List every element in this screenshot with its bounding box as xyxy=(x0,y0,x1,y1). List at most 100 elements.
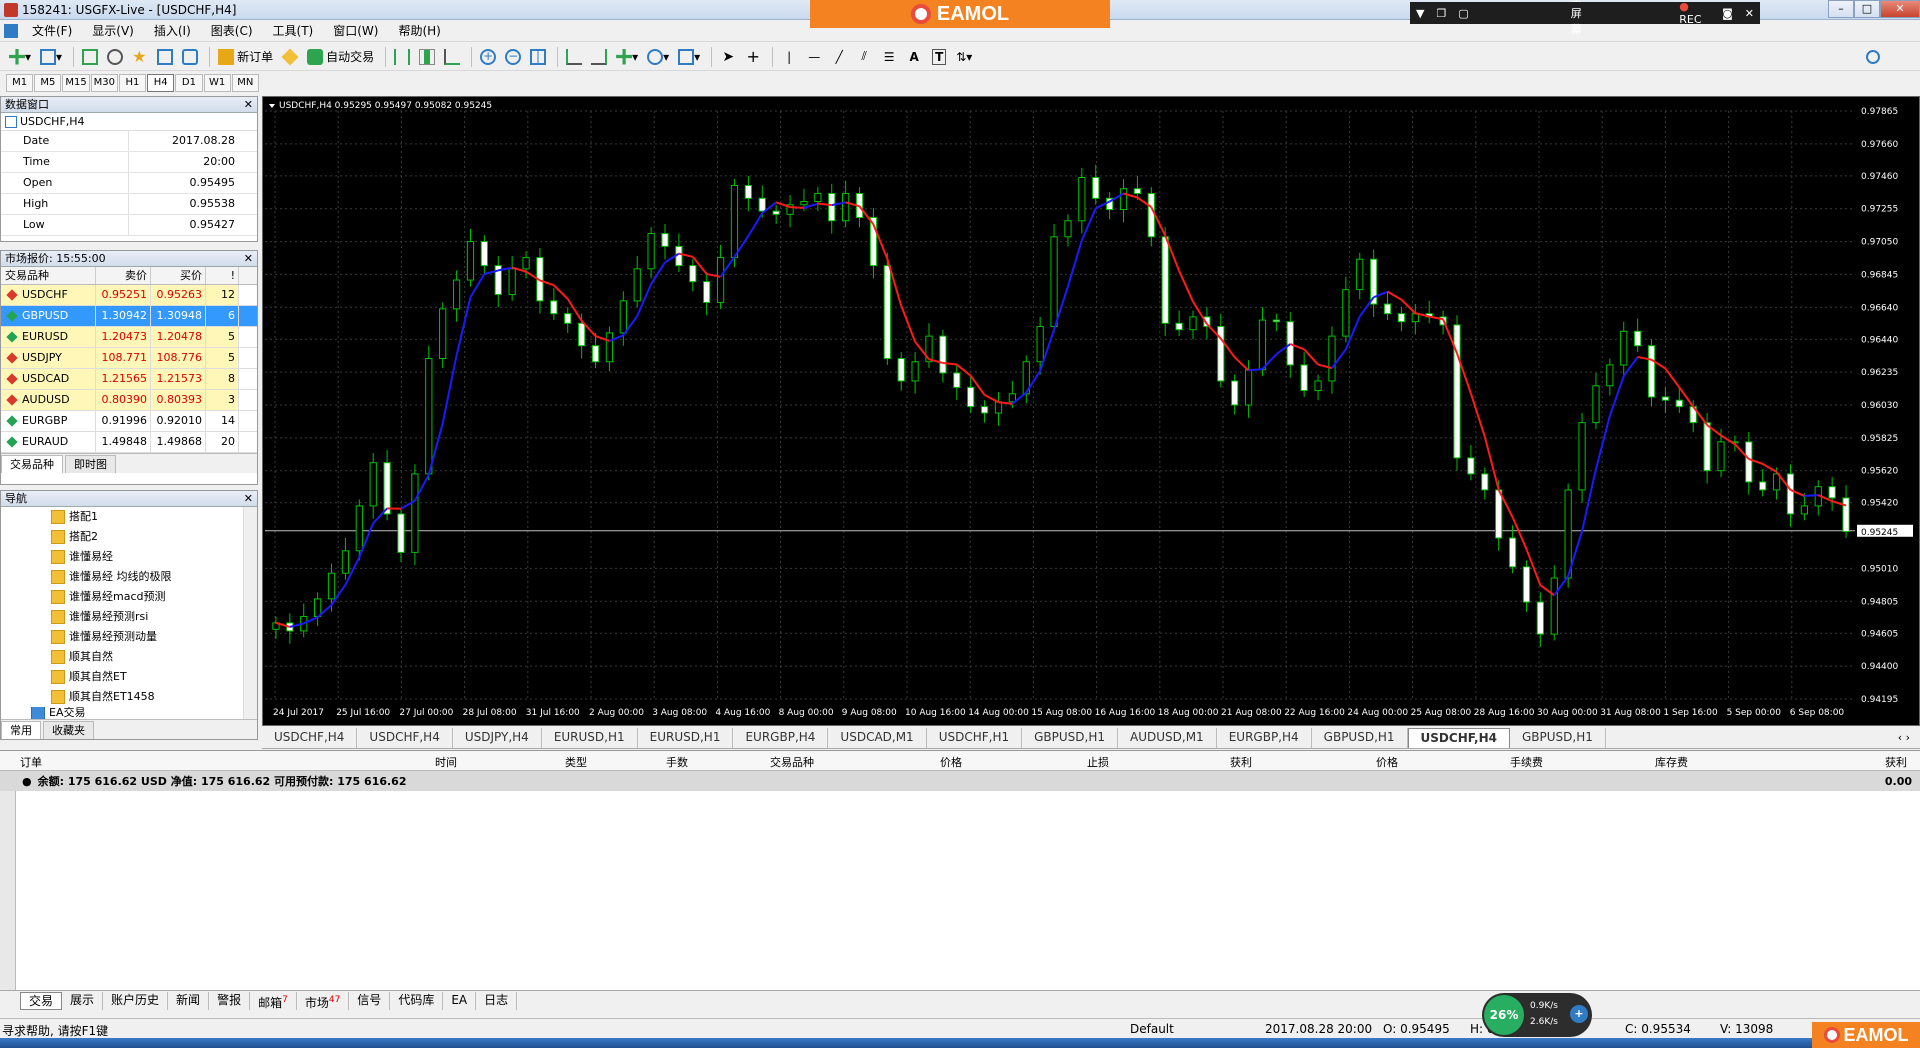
chart-window-icon[interactable] xyxy=(4,23,18,38)
arrows-button[interactable]: ⇅▾ xyxy=(953,46,975,68)
chart-tab[interactable]: EURUSD,H1 xyxy=(542,727,638,748)
col-commission[interactable]: 手续费 xyxy=(1510,754,1543,770)
market-row-eurusd[interactable]: EURUSD 1.20473 1.20478 5 xyxy=(1,327,257,348)
chart-tab-active[interactable]: USDCHF,H4 xyxy=(1407,727,1510,748)
text-button[interactable]: A xyxy=(903,46,925,68)
data-window-close-icon[interactable]: ✕ xyxy=(244,97,253,112)
navigator-scrollbar[interactable] xyxy=(243,507,257,719)
menu-view[interactable]: 显示(V) xyxy=(82,22,144,39)
timeframe-m30[interactable]: M30 xyxy=(90,74,118,92)
col-spread[interactable]: ! xyxy=(206,267,239,284)
tab-experts[interactable]: EA xyxy=(443,991,477,1010)
auto-trade-button[interactable]: 自动交易 xyxy=(304,46,377,68)
tab-mailbox[interactable]: 邮箱7 xyxy=(250,991,297,1010)
search-icon[interactable] xyxy=(1866,50,1880,64)
nav-item[interactable]: 谁懂易经macd预测 xyxy=(1,587,257,607)
tab-trade[interactable]: 交易 xyxy=(20,991,63,1010)
chart-tab[interactable]: GBPUSD,H1 xyxy=(1510,727,1606,748)
chart-tab[interactable]: USDCHF,H4 xyxy=(262,727,358,748)
timeframe-m15[interactable]: M15 xyxy=(62,74,90,92)
chart-window[interactable]: 24 Jul 2017 25 Jul 16:00 27 Jul 00:00 28 Ju… xyxy=(262,96,1920,726)
tab-common[interactable]: 常用 xyxy=(1,721,41,739)
tab-tick-chart[interactable]: 即时图 xyxy=(65,455,116,473)
tab-market[interactable]: 市场47 xyxy=(297,991,350,1010)
tab-signals[interactable]: 信号 xyxy=(349,991,391,1010)
menu-window[interactable]: 窗口(W) xyxy=(323,22,388,39)
auto-scroll-button[interactable] xyxy=(588,46,610,68)
tab-exposure[interactable]: 展示 xyxy=(62,991,104,1010)
rec-button[interactable]: ● REC xyxy=(1667,0,1716,26)
bar-chart-button[interactable] xyxy=(391,46,413,68)
crosshair-button[interactable]: + xyxy=(742,46,764,68)
market-row-usdchf[interactable]: USDCHF 0.95251 0.95263 12 xyxy=(1,285,257,306)
timeframe-w1[interactable]: W1 xyxy=(203,74,231,92)
menu-help[interactable]: 帮助(H) xyxy=(388,22,450,39)
timeframe-h4[interactable]: H4 xyxy=(147,74,175,92)
col-takeprofit[interactable]: 获利 xyxy=(1230,754,1252,770)
timeframe-m1[interactable]: M1 xyxy=(6,74,34,92)
chart-tab[interactable]: AUDUSD,M1 xyxy=(1118,727,1217,748)
navigator-close-icon[interactable]: ✕ xyxy=(244,491,253,506)
col-symbol[interactable]: 交易品种 xyxy=(770,754,814,770)
menu-tools[interactable]: 工具(T) xyxy=(263,22,324,39)
tab-code-base[interactable]: 代码库 xyxy=(390,991,444,1010)
maximize-button[interactable]: □ xyxy=(1854,0,1880,18)
nav-item[interactable]: 顺其自然ET xyxy=(1,667,257,687)
window-icon[interactable]: ❐ xyxy=(1430,7,1452,20)
nav-item[interactable]: 顺其自然 xyxy=(1,647,257,667)
status-profile[interactable]: Default xyxy=(1130,1022,1174,1036)
nav-item-ea-folder[interactable]: EA交易 xyxy=(1,707,257,719)
balance-row[interactable]: ● 余额: 175 616.62 USD 净值: 175 616.62 可用预付… xyxy=(0,771,1920,791)
col-price[interactable]: 价格 xyxy=(940,754,962,770)
new-chart-button[interactable]: ▾ xyxy=(6,46,34,68)
cursor-button[interactable]: ➤ xyxy=(717,46,739,68)
chart-tab[interactable]: EURGBP,H4 xyxy=(1217,727,1312,748)
nav-item[interactable]: 顺其自然ET1458 xyxy=(1,687,257,707)
tab-scroll-arrows[interactable]: ‹ › xyxy=(1898,731,1920,744)
col-swap[interactable]: 库存费 xyxy=(1655,754,1688,770)
chart-tab[interactable]: EURGBP,H4 xyxy=(733,727,829,748)
chart-tab[interactable]: GBPUSD,H1 xyxy=(1022,727,1119,748)
metaeditor-button[interactable] xyxy=(279,46,301,68)
boost-plus-icon[interactable]: + xyxy=(1570,1005,1588,1023)
indicators-button[interactable]: ▾ xyxy=(613,46,641,68)
market-row-audusd[interactable]: AUDUSD 0.80390 0.80393 3 xyxy=(1,390,257,411)
fibonacci-button[interactable]: ☰ xyxy=(878,46,900,68)
market-watch-button[interactable] xyxy=(79,46,101,68)
fullscreen-button[interactable]: 全屏幕 xyxy=(1565,0,1597,37)
navigator-button[interactable]: ★ xyxy=(129,46,151,68)
menu-charts[interactable]: 图表(C) xyxy=(201,22,263,39)
market-row-usdcad[interactable]: USDCAD 1.21565 1.21573 8 xyxy=(1,369,257,390)
market-watch-close-icon[interactable]: ✕ xyxy=(244,251,253,266)
nav-item[interactable]: 搭配1 xyxy=(1,507,257,527)
menu-insert[interactable]: 插入(I) xyxy=(144,22,201,39)
col-profit[interactable]: 获利 xyxy=(1885,754,1907,770)
col-bid[interactable]: 卖价 xyxy=(96,267,151,284)
data-window-button[interactable] xyxy=(104,46,126,68)
chart-tab[interactable]: EURUSD,H1 xyxy=(638,727,734,748)
tester-button[interactable] xyxy=(179,46,201,68)
zoom-out-button[interactable]: − xyxy=(502,46,524,68)
col-lots[interactable]: 手数 xyxy=(666,754,688,770)
tab-account-history[interactable]: 账户历史 xyxy=(103,991,169,1010)
col-symbol[interactable]: 交易品种 xyxy=(1,267,96,284)
text-label-button[interactable]: T xyxy=(928,46,950,68)
network-speed-widget[interactable]: 26% 0.9K/s 2.6K/s + xyxy=(1482,993,1592,1037)
nav-item[interactable]: 谁懂易经预测rsi xyxy=(1,607,257,627)
nav-item[interactable]: 搭配2 xyxy=(1,527,257,547)
chart-shift-button[interactable] xyxy=(563,46,585,68)
timeframe-m5[interactable]: M5 xyxy=(34,74,62,92)
timeframe-d1[interactable]: D1 xyxy=(175,74,203,92)
horizontal-line-button[interactable]: — xyxy=(803,46,825,68)
col-stoploss[interactable]: 止损 xyxy=(1087,754,1109,770)
col-ask[interactable]: 买价 xyxy=(151,267,206,284)
market-row-usdjpy[interactable]: USDJPY 108.771 108.776 5 xyxy=(1,348,257,369)
market-row-gbpusd[interactable]: GBPUSD 1.30942 1.30948 6 xyxy=(1,306,257,327)
candlestick-button[interactable] xyxy=(416,46,438,68)
close-button[interactable]: ✕ xyxy=(1880,0,1920,18)
tab-alerts[interactable]: 警报 xyxy=(209,991,251,1010)
templates-button[interactable]: ▾ xyxy=(675,46,703,68)
menu-file[interactable]: 文件(F) xyxy=(22,22,82,39)
dropdown-icon[interactable]: ▼ xyxy=(1410,7,1430,20)
channel-button[interactable]: ⫽ xyxy=(853,46,875,68)
